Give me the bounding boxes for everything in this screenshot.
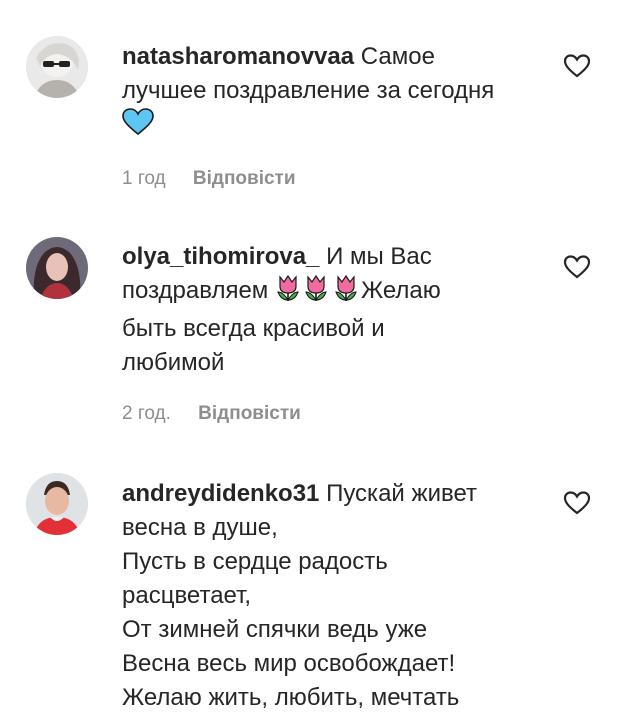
like-heart-icon[interactable] (562, 489, 592, 517)
comment-username[interactable]: natasharomanovvaa (122, 43, 354, 70)
comment-time: 1 год (122, 168, 166, 189)
reply-button[interactable]: Відповісти (193, 168, 296, 189)
tulip-icon (275, 274, 301, 312)
comment-body: И мы Вас (326, 243, 432, 270)
avatar[interactable] (26, 237, 88, 299)
comment-text: andreydidenko31 Пускай живет весна в душ… (122, 477, 522, 715)
blue-heart-icon (122, 108, 154, 146)
comment-username[interactable]: olya_tihomirova_ (122, 243, 319, 270)
comment-body: любимой (122, 349, 225, 376)
comment-username[interactable]: andreydidenko31 (122, 480, 319, 507)
reply-button[interactable]: Відповісти (198, 403, 301, 424)
tulip-icon (301, 274, 331, 312)
comment-text: olya_tihomirova_ И мы Вас поздравляем Же… (122, 240, 522, 380)
like-heart-icon[interactable] (562, 52, 592, 80)
comment-body: весна в душе, (122, 514, 278, 541)
comment-meta: 1 год Відповісти (122, 168, 296, 190)
comment-text: natasharomanovvaa Самое лучшее поздравле… (122, 40, 522, 146)
comment-body: Пускай живет (326, 480, 477, 507)
comment-meta: 2 год. Відповісти (122, 403, 301, 425)
comment-body: Самое (360, 43, 435, 70)
comment-body: быть всегда красивой и (122, 315, 385, 342)
comment-body: Весна весь мир освобождает! (122, 650, 456, 677)
comment-body: лучшее поздравление за сегодня (122, 77, 495, 104)
comment-body: расцветает, (122, 582, 252, 609)
avatar[interactable] (26, 36, 88, 98)
avatar[interactable] (26, 473, 88, 535)
comment-time: 2 год. (122, 403, 171, 424)
like-heart-icon[interactable] (562, 253, 592, 281)
comment-body: От зимней спячки ведь уже (122, 616, 428, 643)
comment-body: поздравляем (122, 277, 269, 304)
comment-body: Желаю жить, любить, мечтать (122, 684, 460, 711)
comment-body: Пусть в сердце радость (122, 548, 388, 575)
comment-body: Желаю (360, 277, 441, 304)
tulip-icon (331, 274, 361, 312)
